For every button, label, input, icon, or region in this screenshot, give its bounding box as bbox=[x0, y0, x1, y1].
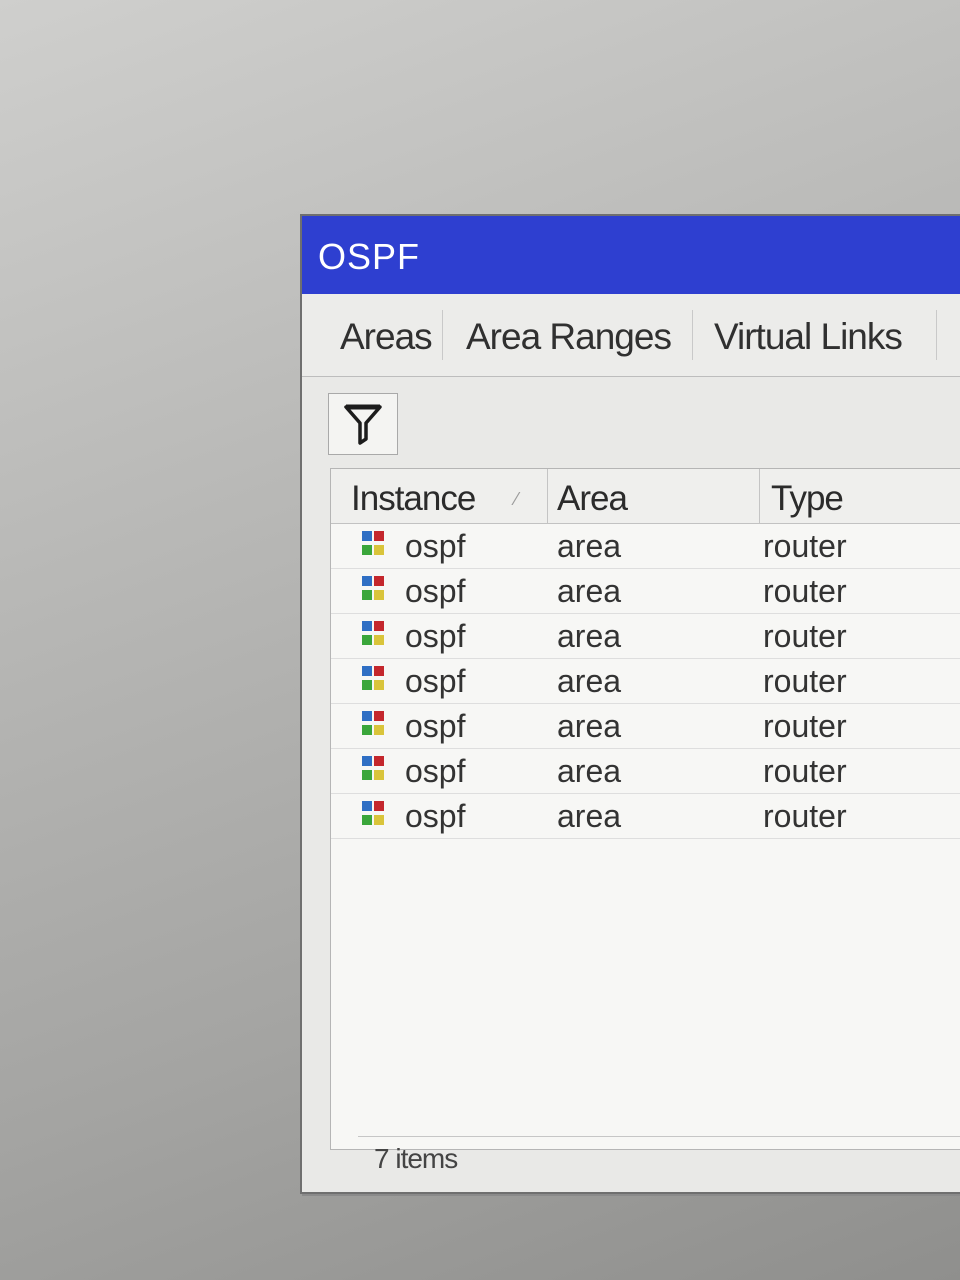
cell-area: area bbox=[557, 528, 622, 564]
status-bar: 7 items bbox=[358, 1136, 960, 1179]
cell-instance: ospf bbox=[405, 708, 466, 744]
table-body: ospf area router ospf area router ospf a… bbox=[331, 524, 960, 839]
ospf-instance-icon bbox=[362, 666, 384, 690]
ospf-window: OSPF Areas Area Ranges Virtual Links Ins… bbox=[300, 214, 960, 1194]
cell-area: area bbox=[557, 753, 622, 789]
cell-type: router bbox=[763, 753, 847, 789]
cell-type: router bbox=[763, 528, 847, 564]
tab-area-ranges[interactable]: Area Ranges bbox=[466, 316, 672, 358]
ospf-instance-icon bbox=[362, 531, 384, 555]
areas-table: Instance ⁄ Area Type ospf area router os… bbox=[330, 468, 960, 1150]
tab-virtual-links[interactable]: Virtual Links bbox=[714, 316, 903, 358]
cell-type: router bbox=[763, 798, 847, 834]
cell-instance: ospf bbox=[405, 753, 466, 789]
table-row[interactable]: ospf area router bbox=[331, 569, 960, 614]
toolbar bbox=[302, 377, 960, 459]
cell-type: router bbox=[763, 618, 847, 654]
table-row[interactable]: ospf area router bbox=[331, 704, 960, 749]
table-header: Instance ⁄ Area Type bbox=[331, 469, 960, 524]
tab-bar: Areas Area Ranges Virtual Links bbox=[302, 294, 960, 377]
cell-instance: ospf bbox=[405, 663, 466, 699]
cell-instance: ospf bbox=[405, 618, 466, 654]
tab-separator bbox=[936, 310, 937, 360]
table-row[interactable]: ospf area router bbox=[331, 659, 960, 704]
ospf-instance-icon bbox=[362, 756, 384, 780]
ospf-instance-icon bbox=[362, 621, 384, 645]
column-separator[interactable] bbox=[547, 469, 548, 523]
cell-area: area bbox=[557, 708, 622, 744]
tab-separator bbox=[692, 310, 693, 360]
table-row[interactable]: ospf area router bbox=[331, 794, 960, 839]
filter-icon bbox=[344, 404, 382, 445]
cell-type: router bbox=[763, 573, 847, 609]
column-header-area[interactable]: Area bbox=[557, 479, 628, 519]
table-row[interactable]: ospf area router bbox=[331, 749, 960, 794]
tab-separator bbox=[442, 310, 443, 360]
cell-type: router bbox=[763, 663, 847, 699]
column-header-type[interactable]: Type bbox=[771, 479, 844, 519]
ospf-instance-icon bbox=[362, 711, 384, 735]
ospf-instance-icon bbox=[362, 801, 384, 825]
cell-area: area bbox=[557, 798, 622, 834]
tab-areas[interactable]: Areas bbox=[340, 316, 433, 358]
cell-instance: ospf bbox=[405, 528, 466, 564]
window-title: OSPF bbox=[318, 236, 421, 277]
table-row[interactable]: ospf area router bbox=[331, 524, 960, 569]
cell-type: router bbox=[763, 708, 847, 744]
cell-area: area bbox=[557, 663, 622, 699]
filter-button[interactable] bbox=[328, 393, 398, 455]
sort-indicator-icon: ⁄ bbox=[515, 489, 519, 509]
item-count: 7 items bbox=[374, 1143, 458, 1174]
column-header-instance[interactable]: Instance bbox=[351, 479, 476, 519]
window-titlebar[interactable]: OSPF bbox=[302, 216, 960, 294]
table-row[interactable]: ospf area router bbox=[331, 614, 960, 659]
cell-instance: ospf bbox=[405, 573, 466, 609]
cell-instance: ospf bbox=[405, 798, 466, 834]
cell-area: area bbox=[557, 573, 622, 609]
column-separator[interactable] bbox=[759, 469, 760, 523]
cell-area: area bbox=[557, 618, 622, 654]
ospf-instance-icon bbox=[362, 576, 384, 600]
